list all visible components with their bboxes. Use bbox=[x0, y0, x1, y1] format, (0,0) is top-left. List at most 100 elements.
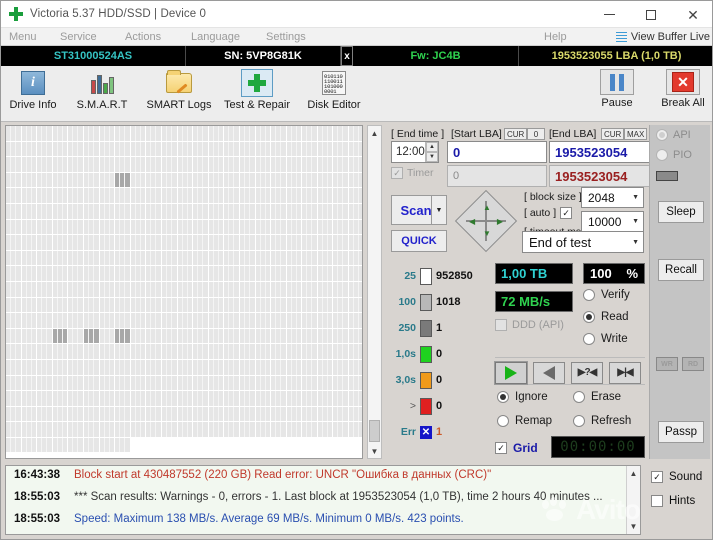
action-remap-radio[interactable] bbox=[497, 415, 509, 427]
hints-checkbox[interactable] bbox=[651, 495, 663, 507]
menu-item-help[interactable]: Help bbox=[544, 31, 567, 43]
dpad-left-icon[interactable]: ◀ bbox=[469, 218, 475, 226]
timeout-select[interactable]: 10000 ▼ bbox=[581, 211, 644, 232]
end-of-test-select[interactable]: End of test ▼ bbox=[522, 231, 644, 253]
map-block bbox=[333, 344, 350, 360]
map-block bbox=[177, 359, 194, 376]
ddd-api-checkbox-row[interactable]: DDD (API) bbox=[495, 319, 564, 331]
skip-query-icon[interactable]: ▶?◀ bbox=[571, 361, 603, 384]
action-refresh-radio[interactable] bbox=[573, 415, 585, 427]
clear-serial-button[interactable]: x bbox=[341, 46, 353, 66]
drive-info-button[interactable]: i Drive Info bbox=[3, 69, 63, 119]
start-lba-cur-button[interactable]: CUR bbox=[504, 128, 528, 140]
dpad-up-icon[interactable]: ▲ bbox=[483, 204, 491, 212]
skip-end-icon[interactable]: ▶|◀ bbox=[609, 361, 641, 384]
recall-button[interactable]: Recall bbox=[658, 259, 704, 281]
map-block bbox=[21, 126, 38, 142]
mode-verify-radio-row[interactable]: Verify bbox=[583, 289, 630, 301]
mode-read-radio[interactable] bbox=[583, 311, 595, 323]
grid-checkbox[interactable]: ✓ bbox=[495, 442, 507, 454]
disk-editor-button[interactable]: 010110 110011 101000 0001 Disk Editor bbox=[299, 69, 369, 119]
passport-button[interactable]: Passp bbox=[658, 421, 704, 443]
end-lba-max-button[interactable]: MAX bbox=[624, 128, 648, 140]
mode-verify-radio[interactable] bbox=[583, 289, 595, 301]
break-all-button[interactable]: ✕ Break All bbox=[653, 69, 712, 119]
sound-checkbox-row[interactable]: ✓ Sound bbox=[647, 465, 711, 489]
menu-item-actions[interactable]: Actions bbox=[125, 31, 161, 43]
log-panel[interactable]: 16:43:38 Block start at 430487552 (220 GB… bbox=[5, 465, 641, 535]
close-icon: ✕ bbox=[687, 6, 699, 23]
mode-write-radio[interactable] bbox=[583, 333, 595, 345]
block-size-select[interactable]: 2048 ▼ bbox=[581, 187, 644, 208]
play-forward-icon[interactable] bbox=[494, 360, 528, 385]
rd-button[interactable]: RD bbox=[682, 357, 704, 371]
dpad-right-icon[interactable]: ▶ bbox=[497, 218, 503, 226]
smart-button[interactable]: S.M.A.R.T bbox=[67, 69, 137, 119]
action-refresh-radio-row[interactable]: Refresh bbox=[573, 415, 631, 427]
start-lba-input[interactable]: 0 bbox=[447, 141, 547, 163]
action-ignore-radio[interactable] bbox=[497, 391, 509, 403]
menu-item-menu[interactable]: Menu bbox=[9, 31, 37, 43]
end-time-spinner-down[interactable]: ▼ bbox=[426, 152, 438, 162]
ddd-api-checkbox[interactable] bbox=[495, 319, 507, 331]
api-radio-row[interactable]: API bbox=[656, 129, 691, 141]
pio-radio-row[interactable]: PIO bbox=[656, 149, 692, 161]
action-remap-radio-row[interactable]: Remap bbox=[497, 415, 552, 427]
wr-button[interactable]: WR bbox=[656, 357, 678, 371]
map-block bbox=[37, 126, 53, 142]
menu-item-settings[interactable]: Settings bbox=[266, 31, 306, 43]
end-time-spinner-up[interactable]: ▲ bbox=[426, 142, 438, 152]
maximize-button[interactable] bbox=[630, 1, 672, 28]
dpad-down-icon[interactable]: ▼ bbox=[483, 230, 491, 238]
play-reverse-icon[interactable] bbox=[533, 361, 565, 384]
surface-map[interactable] bbox=[5, 125, 363, 459]
pio-radio[interactable] bbox=[656, 149, 668, 161]
map-block bbox=[146, 375, 162, 392]
timing-stat-label: 3,0s bbox=[395, 374, 416, 386]
log-scroll-up-icon[interactable]: ▲ bbox=[627, 467, 640, 480]
action-erase-radio[interactable] bbox=[573, 391, 585, 403]
map-scroll-down-icon[interactable]: ▼ bbox=[368, 444, 381, 458]
map-block bbox=[115, 157, 131, 173]
sleep-button[interactable]: Sleep bbox=[658, 201, 704, 223]
map-scroll-thumb[interactable] bbox=[369, 420, 380, 442]
mode-read-radio-row[interactable]: Read bbox=[583, 311, 629, 323]
action-ignore-radio-row[interactable]: Ignore bbox=[497, 391, 548, 403]
minimize-button[interactable] bbox=[588, 1, 630, 28]
dpad-navigation-icon[interactable]: ▲ ▼ ◀ ▶ bbox=[454, 189, 518, 253]
quick-button[interactable]: QUICK bbox=[391, 230, 447, 252]
view-buffer-live-button[interactable]: View Buffer Live bbox=[615, 28, 710, 46]
hints-checkbox-row[interactable]: Hints bbox=[647, 489, 711, 513]
log-scrollbar[interactable]: ▲ ▼ bbox=[626, 466, 640, 534]
timer-checkbox-row[interactable]: ✓ Timer bbox=[391, 167, 433, 179]
action-erase-radio-row[interactable]: Erase bbox=[573, 391, 621, 403]
map-block bbox=[37, 141, 53, 158]
map-block bbox=[130, 297, 147, 314]
scan-dropdown-button[interactable]: ▼ bbox=[431, 195, 447, 225]
smart-logs-button[interactable]: SMART Logs bbox=[141, 69, 217, 119]
map-block bbox=[68, 235, 84, 251]
grid-checkbox-row[interactable]: ✓ Grid bbox=[495, 441, 538, 455]
timer-checkbox[interactable]: ✓ bbox=[391, 167, 403, 179]
end-time-spinner[interactable]: ▲ ▼ bbox=[425, 142, 438, 162]
menu-item-language[interactable]: Language bbox=[191, 31, 240, 43]
sound-checkbox[interactable]: ✓ bbox=[651, 471, 663, 483]
map-scroll-up-icon[interactable]: ▲ bbox=[368, 126, 381, 140]
auto-checkbox[interactable]: ✓ bbox=[560, 207, 573, 219]
drive-capacity: 1953523055 LBA (1,0 TB) bbox=[551, 50, 682, 62]
map-block bbox=[161, 422, 178, 438]
log-scroll-down-icon[interactable]: ▼ bbox=[627, 520, 640, 533]
map-scrollbar[interactable]: ▲ ▼ bbox=[367, 125, 382, 459]
start-lba-zero-button[interactable]: 0 bbox=[527, 128, 545, 140]
mode-write-radio-row[interactable]: Write bbox=[583, 333, 628, 345]
api-radio[interactable] bbox=[656, 129, 668, 141]
close-button[interactable]: ✕ bbox=[672, 1, 712, 28]
map-block bbox=[6, 344, 22, 360]
test-repair-button[interactable]: Test & Repair bbox=[219, 69, 295, 119]
pause-button[interactable]: Pause bbox=[587, 69, 647, 119]
auto-checkbox-row[interactable]: [ auto ] ✓ bbox=[524, 207, 573, 219]
menu-item-service[interactable]: Service bbox=[60, 31, 97, 43]
map-block bbox=[349, 437, 362, 454]
end-lba-cur-button[interactable]: CUR bbox=[601, 128, 625, 140]
map-block bbox=[177, 203, 194, 220]
